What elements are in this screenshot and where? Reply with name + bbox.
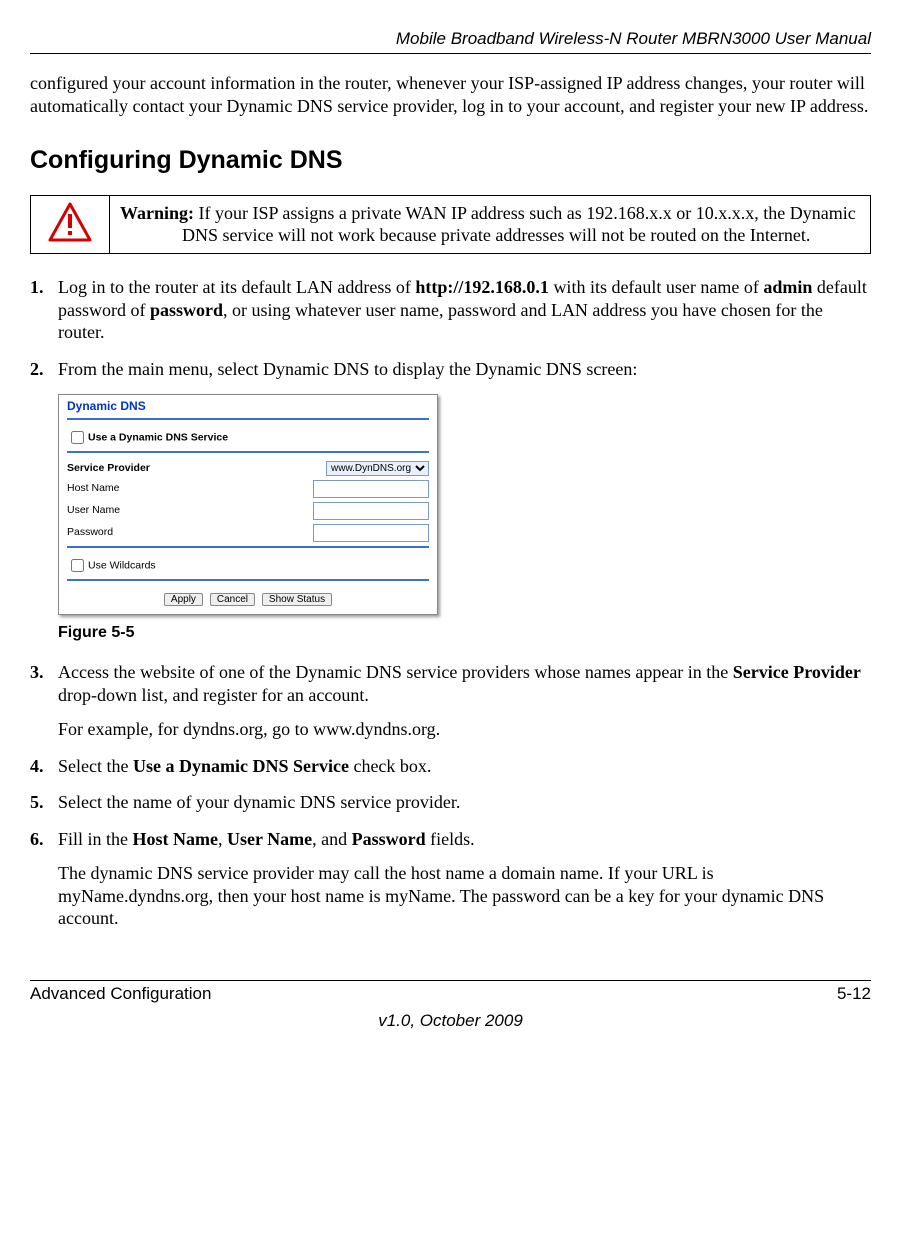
step-4-text-a: Select the [58, 756, 133, 776]
warning-triangle-icon [48, 202, 92, 248]
figure-caption: Figure 5-5 [58, 623, 871, 643]
cancel-button[interactable]: Cancel [210, 593, 255, 606]
step-2-number: 2. [30, 358, 44, 381]
step-1-text-a: Log in to the router at its default LAN … [58, 277, 415, 297]
host-name-input[interactable] [313, 480, 429, 498]
warning-body: If your ISP assigns a private WAN IP add… [182, 203, 856, 246]
step-6-text-a: Fill in the [58, 829, 133, 849]
warning-label: Warning: [120, 203, 194, 223]
service-provider-select[interactable]: www.DynDNS.org [326, 461, 429, 476]
ui-use-service-row: Use a Dynamic DNS Service [59, 426, 437, 449]
step-2-text: From the main menu, select Dynamic DNS t… [58, 359, 637, 379]
ui-separator-1 [67, 418, 429, 420]
ui-button-row: Apply Cancel Show Status [59, 587, 437, 614]
step-3-service-provider: Service Provider [733, 662, 861, 682]
step-6-hostname: Host Name [133, 829, 218, 849]
use-dynamic-dns-checkbox[interactable] [71, 431, 84, 444]
apply-button[interactable]: Apply [164, 593, 203, 606]
step-5: 5. Select the name of your dynamic DNS s… [30, 791, 871, 814]
show-status-button[interactable]: Show Status [262, 593, 332, 606]
step-6: 6. Fill in the Host Name, User Name, and… [30, 828, 871, 930]
step-1-url: http://192.168.0.1 [415, 277, 549, 297]
header-rule [30, 53, 871, 54]
footer-center: v1.0, October 2009 [30, 1010, 871, 1031]
step-4: 4. Select the Use a Dynamic DNS Service … [30, 755, 871, 778]
step-6-number: 6. [30, 828, 44, 851]
step-4-use-dns: Use a Dynamic DNS Service [133, 756, 349, 776]
step-6-sub: The dynamic DNS service provider may cal… [58, 862, 871, 930]
step-6-text-g: fields. [426, 829, 475, 849]
footer-left: Advanced Configuration [30, 983, 211, 1004]
ui-wildcards-row: Use Wildcards [59, 554, 437, 577]
ui-password-row: Password [59, 522, 437, 544]
ui-separator-3 [67, 546, 429, 548]
steps-list: 1. Log in to the router at its default L… [30, 276, 871, 380]
dynamic-dns-screenshot: Dynamic DNS Use a Dynamic DNS Service Se… [58, 394, 438, 615]
footer-right: 5-12 [837, 983, 871, 1004]
step-5-text: Select the name of your dynamic DNS serv… [58, 792, 460, 812]
user-name-label: User Name [67, 504, 313, 517]
use-dynamic-dns-label: Use a Dynamic DNS Service [88, 431, 228, 443]
user-name-input[interactable] [313, 502, 429, 520]
step-3-number: 3. [30, 661, 44, 684]
ui-separator-2 [67, 451, 429, 453]
step-2: 2. From the main menu, select Dynamic DN… [30, 358, 871, 381]
ui-host-name-row: Host Name [59, 478, 437, 500]
step-1-number: 1. [30, 276, 44, 299]
password-label: Password [67, 526, 313, 539]
step-1-admin: admin [763, 277, 812, 297]
intro-paragraph: configured your account information in t… [30, 72, 871, 117]
step-6-username: User Name [227, 829, 312, 849]
host-name-label: Host Name [67, 482, 313, 495]
page-header-title: Mobile Broadband Wireless-N Router MBRN3… [30, 28, 871, 49]
warning-icon-cell [31, 195, 110, 254]
step-4-number: 4. [30, 755, 44, 778]
step-3-sub: For example, for dyndns.org, go to www.d… [58, 718, 871, 741]
step-5-number: 5. [30, 791, 44, 814]
warning-box: Warning: If your ISP assigns a private W… [30, 195, 871, 255]
steps-list-continued: 3. Access the website of one of the Dyna… [30, 661, 871, 930]
service-provider-label: Service Provider [67, 462, 326, 475]
section-heading: Configuring Dynamic DNS [30, 145, 871, 176]
step-6-password: Password [352, 829, 426, 849]
ui-service-provider-row: Service Provider www.DynDNS.org [59, 459, 437, 478]
step-3-text-a: Access the website of one of the Dynamic… [58, 662, 733, 682]
ui-user-name-row: User Name [59, 500, 437, 522]
warning-text-cell: Warning: If your ISP assigns a private W… [110, 195, 871, 254]
step-1-text-c: with its default user name of [549, 277, 763, 297]
step-6-text-e: , and [312, 829, 352, 849]
step-3: 3. Access the website of one of the Dyna… [30, 661, 871, 741]
step-4-text-c: check box. [349, 756, 431, 776]
ui-separator-4 [67, 579, 429, 581]
page-footer: Advanced Configuration 5-12 v1.0, Octobe… [30, 980, 871, 1032]
password-input[interactable] [313, 524, 429, 542]
ui-panel-title: Dynamic DNS [59, 395, 437, 416]
step-1-password: password [150, 300, 223, 320]
step-1: 1. Log in to the router at its default L… [30, 276, 871, 344]
use-wildcards-label: Use Wildcards [88, 559, 156, 571]
step-6-text-c: , [218, 829, 227, 849]
step-3-text-c: drop-down list, and register for an acco… [58, 685, 369, 705]
use-wildcards-checkbox[interactable] [71, 559, 84, 572]
